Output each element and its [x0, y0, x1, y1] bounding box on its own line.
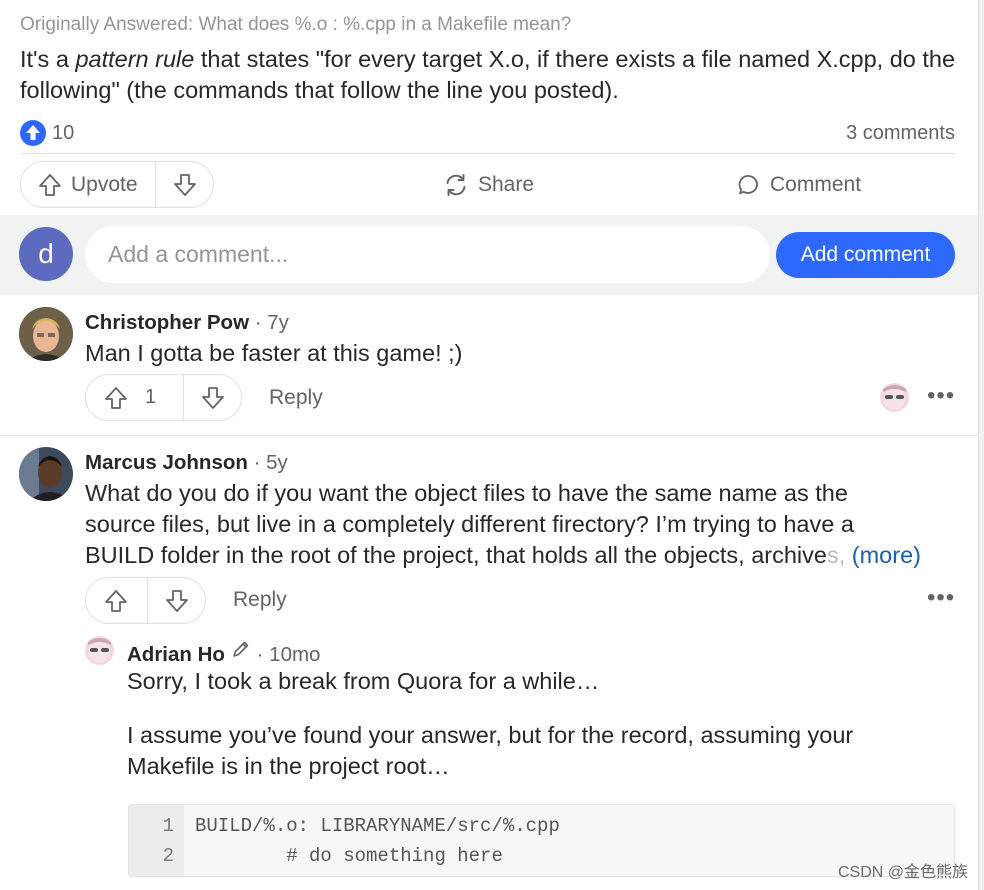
reply-author: Adrian Ho · 10mo [127, 639, 320, 667]
upvote-count-icon [20, 120, 46, 146]
reply-text-line: I assume you’ve found your answer, but f… [127, 722, 854, 748]
downvote-arrow-icon [166, 589, 188, 612]
reply-author-name[interactable]: Adrian Ho [127, 643, 225, 666]
add-comment-area: d Add comment [0, 215, 978, 295]
comment-label: Comment [770, 172, 862, 196]
more-options-icon[interactable]: ••• [927, 584, 955, 612]
adrian-ho-avatar[interactable] [85, 636, 114, 665]
scrollbar[interactable] [978, 0, 984, 890]
comment-time[interactable]: · 5y [248, 451, 288, 474]
marcus-johnson-avatar[interactable] [19, 447, 73, 501]
comment-author-name[interactable]: Christopher Pow [85, 311, 249, 334]
comment-bubble-icon [738, 174, 758, 194]
comment-text-line: source files, but live in a completely d… [85, 511, 854, 537]
christopher-pow-avatar[interactable] [19, 307, 73, 361]
share-refresh-icon [446, 173, 466, 196]
answer-text: It's a pattern rule that states "for eve… [20, 44, 960, 106]
code-line: # do something here [195, 845, 503, 867]
divider [0, 435, 978, 436]
current-user-avatar[interactable]: d [19, 227, 73, 281]
upvoter-avatar[interactable] [880, 383, 909, 412]
comment-text-line: BUILD folder in the root of the project,… [85, 542, 827, 568]
comment-vote-pill: 1 [85, 374, 242, 421]
code-line: BUILD/%.o: LIBRARYNAME/src/%.cpp [195, 815, 560, 837]
upvote-button[interactable]: Upvote [21, 162, 155, 207]
reply-paragraph: Sorry, I took a break from Quora for a w… [127, 668, 600, 694]
watermark: CSDN @金色熊族 [837, 864, 968, 881]
comments-count[interactable]: 3 comments [846, 122, 955, 145]
code-gutter: 1 2 [129, 805, 184, 876]
comment-upvote-button[interactable] [86, 578, 129, 623]
comment-upvote-button[interactable]: 1 [86, 375, 156, 420]
downvote-button[interactable] [156, 162, 214, 207]
answer-text-emphasis: pattern rule [75, 46, 195, 72]
comment-input[interactable] [85, 226, 770, 283]
line-number: 2 [162, 845, 174, 867]
comment-upvote-count: 1 [145, 386, 157, 408]
pencil-icon [231, 639, 251, 665]
reply-text-line: Makefile is in the project root… [127, 753, 450, 779]
upvote-label: Upvote [71, 172, 138, 196]
comment-author: Christopher Pow · 7y [85, 311, 289, 335]
comment-time[interactable]: · 7y [249, 311, 289, 334]
share-button[interactable]: Share [443, 161, 534, 208]
upvote-arrow-icon [105, 386, 127, 409]
comment-text: Man I gotta be faster at this game! ;) [85, 340, 463, 366]
upvote-arrow-icon [39, 173, 61, 196]
reply-paragraph: I assume you’ve found your answer, but f… [127, 720, 853, 782]
answer-stats-row: 10 3 comments [20, 119, 955, 147]
line-number: 1 [162, 815, 174, 837]
share-label: Share [478, 172, 535, 196]
comment-text-line: What do you do if you want the object fi… [85, 480, 848, 506]
comment-text-faded: s, [826, 542, 846, 568]
answer-text-start: It's a [20, 46, 76, 72]
code-block: 1 2 BUILD/%.o: LIBRARYNAME/src/%.cpp # d… [128, 804, 955, 877]
vote-pill: Upvote [20, 161, 214, 208]
comment-vote-pill [85, 577, 206, 624]
divider [20, 153, 955, 154]
originally-answered-question[interactable]: Originally Answered: What does %.o : %.c… [20, 14, 571, 36]
upvote-count[interactable]: 10 [52, 122, 74, 145]
comment-text-line-last: BUILD folder in the root of the project,… [85, 540, 960, 571]
comment-author-name[interactable]: Marcus Johnson [85, 451, 248, 474]
comment-downvote-button[interactable] [184, 375, 242, 420]
reply-button[interactable]: Reply [269, 386, 323, 410]
more-link[interactable]: (more) [852, 542, 921, 568]
reply-time[interactable]: · 10mo [251, 643, 321, 666]
downvote-arrow-icon [174, 173, 196, 196]
comment-author: Marcus Johnson · 5y [85, 451, 288, 475]
comment-downvote-button[interactable] [148, 578, 206, 623]
add-comment-button[interactable]: Add comment [776, 232, 955, 278]
answer-action-bar: Upvote Share Comment [20, 161, 955, 208]
upvote-arrow-icon [105, 589, 127, 612]
comment-text: What do you do if you want the object fi… [85, 478, 960, 571]
more-options-icon[interactable]: ••• [927, 382, 955, 410]
comment-button[interactable]: Comment [737, 161, 861, 208]
reply-button[interactable]: Reply [233, 588, 287, 612]
downvote-arrow-icon [202, 386, 224, 409]
